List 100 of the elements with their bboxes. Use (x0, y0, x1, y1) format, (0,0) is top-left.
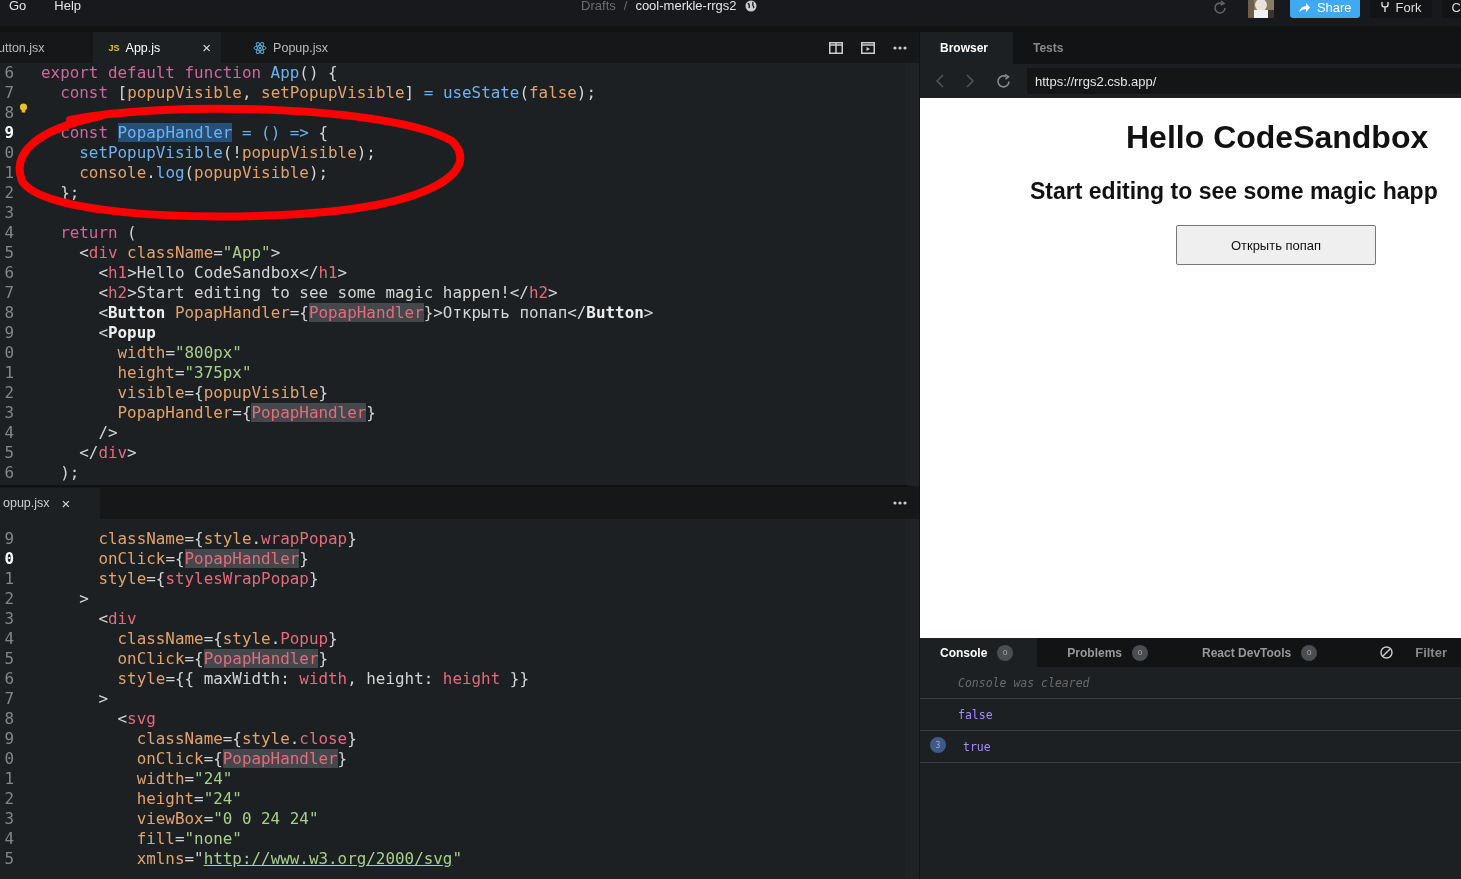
code-line: <div (97, 609, 137, 629)
code-line: width="24" (135, 769, 233, 789)
code-line: <h1>Hello CodeSandbox</h1> (97, 263, 348, 283)
page-heading: Hello CodeSandbox (1126, 119, 1430, 156)
repeat-count-badge: 3 (930, 737, 946, 753)
code-line: height="24" (135, 789, 242, 809)
line-number: 4 (3, 829, 14, 849)
code-line: return ( (59, 223, 137, 243)
code-line: onClick={PopapHandler} (97, 549, 309, 569)
line-number: 2 (3, 183, 14, 203)
code-line: xmlns="http://www.w3.org/2000/svg" (135, 849, 462, 869)
close-icon[interactable]: × (202, 39, 212, 56)
filter-field[interactable]: Filter (1415, 645, 1447, 660)
more-icon[interactable] (893, 45, 907, 50)
editor-tab[interactable]: opup.jsx × (0, 487, 101, 519)
line-number: 4 (3, 423, 14, 443)
line-number: 0 (3, 143, 14, 163)
atom-icon (253, 40, 268, 55)
line-number: 8 (3, 709, 14, 729)
console-message: Console was cleared (958, 675, 1090, 690)
line-number: 6 (3, 263, 14, 283)
menu-item[interactable]: Help (54, 0, 82, 13)
line-number: 7 (3, 689, 14, 709)
code-line: /> (97, 423, 118, 443)
line-number: 4 (3, 629, 14, 649)
code-line: fill="none" (135, 829, 242, 849)
more-icon[interactable] (893, 501, 907, 505)
sandbox-name[interactable]: cool-merkle-rrgs2 (635, 0, 737, 13)
line-number: 8 (3, 303, 14, 323)
code-line: visible={popupVisible} (116, 383, 329, 403)
line-number: 9 (3, 323, 14, 343)
fork-icon (1379, 1, 1390, 13)
editor-tab[interactable]: Popup.jsx (239, 32, 342, 63)
line-number: 9 (3, 729, 14, 749)
line-number: 3 (3, 609, 14, 629)
open-popup-button[interactable]: Открыть попап (1176, 225, 1376, 265)
line-number: 8 (3, 103, 14, 123)
console-tab[interactable]: Console 0 (920, 638, 1038, 667)
line-number: 0 (3, 549, 14, 569)
preview-icon[interactable] (861, 41, 875, 54)
code-line: className={style.Popup} (116, 629, 338, 649)
console-tab[interactable]: Problems 0 (1047, 638, 1173, 667)
lightbulb-icon[interactable] (19, 103, 28, 113)
code-line: <Popup (97, 323, 156, 343)
line-number: 1 (3, 569, 14, 589)
count-badge: 0 (1132, 644, 1149, 661)
code-line: const PopapHandler = () => { (59, 123, 329, 143)
line-number: 2 (3, 789, 14, 809)
editor-tab[interactable]: JS App.js × (92, 32, 222, 63)
reload-icon[interactable] (996, 73, 1011, 89)
line-number: 6 (3, 63, 14, 83)
code-line: <div className="App"> (78, 243, 281, 263)
code-line: export default function App() { (41, 63, 338, 83)
url-field[interactable]: https://rrgs2.csb.app/ (1027, 68, 1461, 94)
js-icon: JS (108, 42, 120, 53)
code-line: > (78, 589, 89, 609)
line-number: 0 (3, 343, 14, 363)
line-number: 7 (3, 83, 14, 103)
split-icon[interactable] (829, 41, 843, 54)
code-line: console.log(popupVisible); (78, 163, 329, 183)
line-number: 4 (3, 223, 14, 243)
line-number: 2 (3, 383, 14, 403)
code-line: setPopupVisible(!popupVisible); (78, 143, 376, 163)
line-number: 3 (3, 809, 14, 829)
code-line: const [popupVisible, setPopupVisible] = useState(false); (59, 83, 596, 103)
console-tab[interactable]: React DevTools 0 (1182, 638, 1342, 667)
console-message: false (958, 707, 993, 722)
menu-item[interactable]: Go (9, 0, 27, 13)
refresh-icon[interactable] (1211, 0, 1228, 16)
tab-label: Popup.jsx (273, 40, 328, 55)
count-badge: 0 (1301, 644, 1318, 661)
line-number: 3 (3, 403, 14, 423)
code-line: className={style.wrapPopap} (97, 529, 357, 549)
fork-button[interactable]: Fork (1369, 0, 1432, 18)
code-line: style={stylesWrapPopap} (97, 569, 319, 589)
preview-tab[interactable]: Browser (920, 32, 1013, 64)
line-number: 9 (3, 529, 14, 549)
line-number: 1 (3, 163, 14, 183)
console-message: true (963, 739, 991, 754)
code-line: height="375px" (116, 363, 252, 383)
tab-label: opup.jsx (3, 496, 50, 510)
line-number: 9 (3, 123, 14, 143)
line-number: 6 (3, 669, 14, 689)
code-line: onClick={PopapHandler} (116, 649, 329, 669)
line-number: 2 (3, 589, 14, 609)
code-line: viewBox="0 0 24 24" (135, 809, 319, 829)
code-editor[interactable] (0, 63, 919, 487)
code-line: <svg (116, 709, 156, 729)
preview-tab[interactable]: Tests (1013, 32, 1106, 64)
count-badge: 0 (997, 644, 1014, 661)
code-line: className={style.close} (135, 729, 357, 749)
clear-icon[interactable] (1380, 646, 1394, 659)
tab-label: App.js (125, 40, 161, 55)
line-number: 1 (3, 769, 14, 789)
code-line: <h2>Start editing to see some magic happen!</h2> (97, 283, 558, 303)
code-line: ); (59, 463, 80, 483)
close-icon[interactable]: × (61, 494, 71, 512)
header-button[interactable]: C (1441, 0, 1461, 18)
line-number: 5 (3, 243, 14, 263)
line-number: 5 (3, 443, 14, 463)
